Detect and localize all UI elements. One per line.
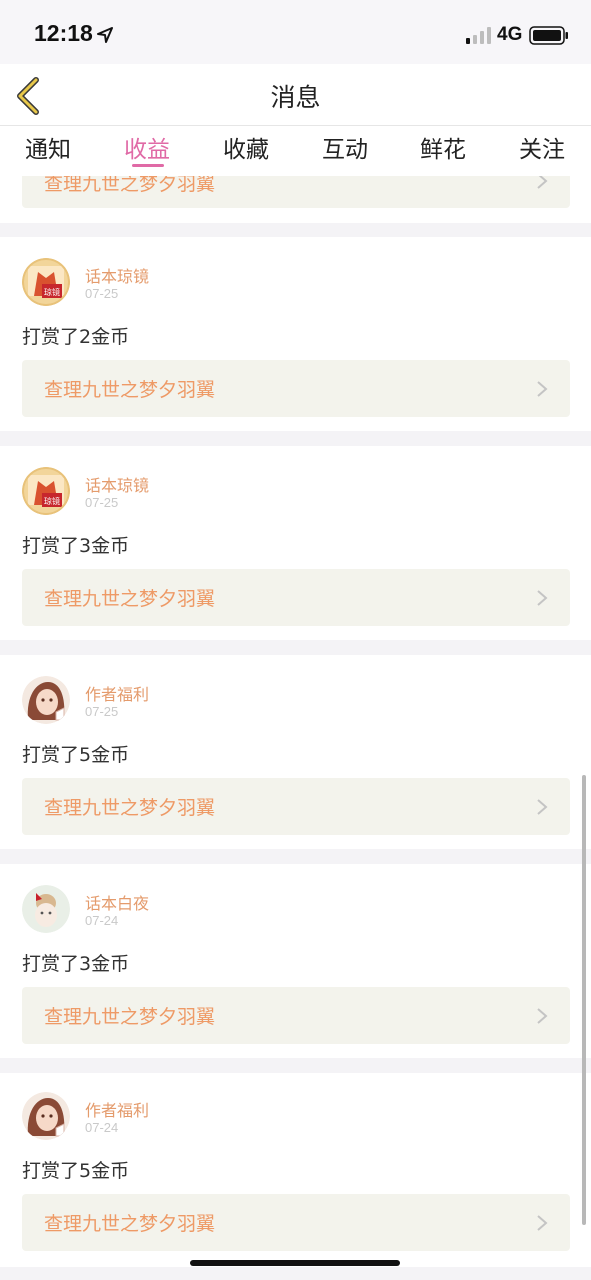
girl-avatar[interactable] [22, 676, 70, 724]
message-text: 打赏了3金币 [22, 535, 130, 557]
tab-earnings[interactable]: 收益 [107, 130, 187, 164]
book-link-text: 查理九世之梦夕羽翼 [44, 1006, 216, 1028]
list-item: 作者福利 07-25 打赏了5金币 查理九世之梦夕羽翼 [0, 655, 591, 849]
message-text: 打赏了2金币 [22, 326, 130, 348]
message-list[interactable]: 查理九世之梦夕羽翼 琼镜 话本琼镜 07-25 打赏了2金币 查理九世之梦夕羽翼 [0, 176, 591, 1280]
sender-name: 作者福利 [85, 685, 150, 704]
sender-name: 话本琼镜 [85, 476, 150, 495]
status-bar: 12:18 4G [0, 0, 591, 64]
book-link[interactable]: 查理九世之梦夕羽翼 [22, 987, 570, 1044]
book-link[interactable]: 查理九世之梦夕羽翼 [22, 1194, 570, 1251]
chevron-right-icon [537, 590, 548, 606]
tab-interactions[interactable]: 互动 [305, 130, 385, 164]
network-type: 4G [497, 24, 523, 45]
message-date: 07-24 [85, 1120, 119, 1135]
message-date: 07-25 [85, 704, 119, 719]
status-time: 12:18 [34, 20, 93, 46]
book-link-text: 查理九世之梦夕羽翼 [44, 1213, 216, 1235]
tab-notice[interactable]: 通知 [8, 130, 88, 164]
message-date: 07-25 [85, 495, 119, 510]
sender-name: 话本琼镜 [85, 267, 150, 286]
chevron-right-icon [537, 799, 548, 815]
book-link[interactable]: 查理九世之梦夕羽翼 [22, 778, 570, 835]
list-item: 作者福利 07-24 打赏了5金币 查理九世之梦夕羽翼 [0, 1073, 591, 1267]
doll-avatar[interactable] [22, 885, 70, 933]
list-item: 琼镜 话本琼镜 07-25 打赏了3金币 查理九世之梦夕羽翼 [0, 446, 591, 640]
gift-avatar[interactable]: 琼镜 [22, 467, 70, 515]
battery-icon [529, 26, 568, 45]
scrollbar[interactable] [582, 775, 586, 1225]
tab-flowers[interactable]: 鲜花 [403, 130, 483, 164]
chevron-right-icon [537, 1215, 548, 1231]
gift-avatar[interactable]: 琼镜 [22, 258, 70, 306]
svg-text:琼镜: 琼镜 [44, 287, 60, 297]
book-link-text: 查理九世之梦夕羽翼 [44, 176, 216, 195]
active-tab-indicator [132, 164, 164, 167]
message-text: 打赏了5金币 [22, 1160, 130, 1182]
book-link[interactable]: 查理九世之梦夕羽翼 [22, 569, 570, 626]
list-item: 查理九世之梦夕羽翼 [0, 176, 591, 223]
location-arrow-icon [97, 27, 113, 43]
sender-name: 作者福利 [85, 1101, 150, 1120]
cellular-signal-icon [466, 27, 491, 44]
tab-follows[interactable]: 关注 [502, 130, 582, 164]
book-link-text: 查理九世之梦夕羽翼 [44, 797, 216, 819]
girl-avatar[interactable] [22, 1092, 70, 1140]
tab-favorites[interactable]: 收藏 [206, 130, 286, 164]
message-text: 打赏了5金币 [22, 744, 130, 766]
chevron-right-icon [537, 1008, 548, 1024]
message-date: 07-25 [85, 286, 119, 301]
book-link[interactable]: 查理九世之梦夕羽翼 [22, 360, 570, 417]
book-link[interactable]: 查理九世之梦夕羽翼 [22, 176, 570, 208]
list-item: 琼镜 话本琼镜 07-25 打赏了2金币 查理九世之梦夕羽翼 [0, 237, 591, 431]
chevron-right-icon [537, 381, 548, 397]
book-link-text: 查理九世之梦夕羽翼 [44, 588, 216, 610]
sender-name: 话本白夜 [85, 894, 150, 913]
list-item: 话本白夜 07-24 打赏了3金币 查理九世之梦夕羽翼 [0, 864, 591, 1058]
home-indicator[interactable] [190, 1260, 400, 1266]
message-date: 07-24 [85, 913, 119, 928]
book-link-text: 查理九世之梦夕羽翼 [44, 379, 216, 401]
chevron-right-icon [537, 176, 548, 189]
tab-bar: 通知 收益 收藏 互动 鲜花 关注 [0, 126, 591, 176]
message-text: 打赏了3金币 [22, 953, 130, 975]
svg-text:琼镜: 琼镜 [44, 496, 60, 506]
page-title: 消息 [270, 83, 321, 112]
nav-bar: 消息 [0, 64, 591, 126]
